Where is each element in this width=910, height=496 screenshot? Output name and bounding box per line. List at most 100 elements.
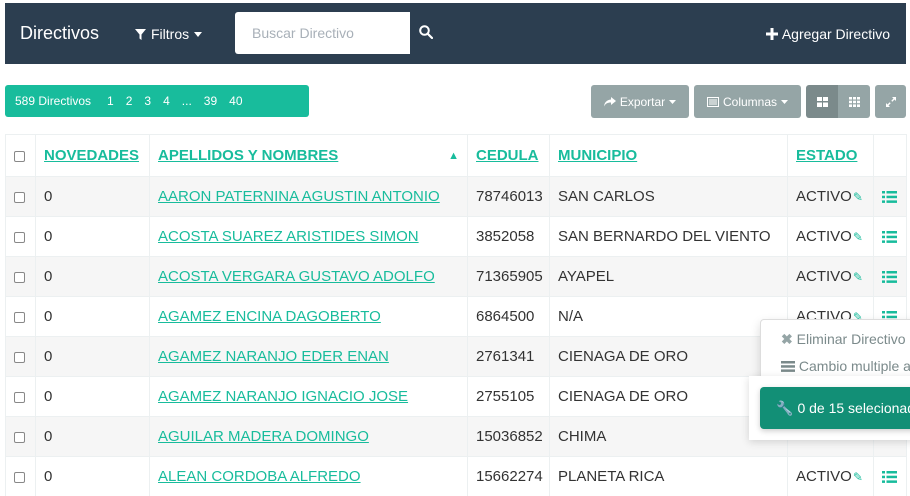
header-estado-link[interactable]: ESTADO: [796, 147, 857, 164]
selection-count-button[interactable]: 🔧 0 de 15 selecionad: [760, 387, 910, 429]
header-municipio[interactable]: MUNICIPIO: [549, 134, 788, 177]
header-cedula[interactable]: CEDULA: [467, 134, 550, 177]
row-checkbox[interactable]: [14, 351, 25, 363]
edit-icon[interactable]: ✎: [853, 190, 863, 204]
grid-large-icon: [816, 96, 828, 107]
municipio-cell: SAN CARLOS: [549, 176, 788, 217]
caret-down-icon: [194, 31, 203, 37]
directivo-link[interactable]: ACOSTA SUAREZ ARISTIDES SIMON: [158, 228, 419, 245]
row-checkbox[interactable]: [14, 311, 25, 323]
row-checkbox[interactable]: [14, 391, 25, 403]
directivo-link[interactable]: AGAMEZ ENCINA DAGOBERTO: [158, 308, 381, 325]
directivo-link[interactable]: AGUILAR MADERA DOMINGO: [158, 428, 369, 445]
novedades-cell: 0: [35, 176, 150, 217]
header-estado[interactable]: ESTADO: [787, 134, 874, 177]
row-checkbox[interactable]: [14, 471, 25, 483]
search-icon: [419, 25, 434, 40]
row-select-cell[interactable]: [5, 336, 36, 377]
cedula-cell: 2755105: [467, 376, 550, 417]
row-select-cell[interactable]: [5, 216, 36, 257]
novedades-cell: 0: [35, 336, 150, 377]
estado-cell: ACTIVO✎: [787, 176, 874, 217]
header-nombres-link[interactable]: APELLIDOS Y NOMBRES: [158, 147, 338, 164]
caret-down-icon: [781, 99, 789, 104]
header-novedades[interactable]: NOVEDADES: [35, 134, 150, 177]
estado-value: ACTIVO: [796, 228, 852, 245]
edit-icon[interactable]: ✎: [853, 270, 863, 284]
search-input[interactable]: [235, 12, 410, 54]
table-row: 0 ACOSTA SUAREZ ARISTIDES SIMON 3852058 SAN…: [5, 216, 907, 257]
search-button[interactable]: [419, 25, 439, 45]
row-select-cell[interactable]: [5, 296, 36, 337]
page-link[interactable]: 40: [223, 94, 248, 108]
edit-icon[interactable]: ✎: [853, 230, 863, 244]
add-directivo-button[interactable]: Agregar Directivo: [765, 26, 890, 42]
header-actions: [873, 134, 907, 177]
directivo-link[interactable]: ACOSTA VERGARA GUSTAVO ADOLFO: [158, 268, 435, 285]
page-link[interactable]: 1: [101, 94, 120, 108]
directivo-link[interactable]: AGAMEZ NARANJO IGNACIO JOSE: [158, 388, 408, 405]
columns-label: Columnas: [722, 94, 778, 109]
times-icon: ✖: [781, 331, 793, 347]
table-row: 0 ALEAN CORDOBA ALFREDO 15662274 PLANETA RI…: [5, 456, 907, 496]
row-checkbox[interactable]: [14, 431, 25, 443]
nombres-cell: ACOSTA SUAREZ ARISTIDES SIMON: [149, 216, 468, 257]
header-nombres[interactable]: APELLIDOS Y NOMBRES ▲: [149, 134, 468, 177]
list-icon[interactable]: [882, 271, 897, 283]
actions-cell: [873, 176, 907, 217]
grid-view-button[interactable]: [806, 85, 838, 118]
cedula-cell: 6864500: [467, 296, 550, 337]
plus-icon: [765, 28, 778, 40]
filters-dropdown[interactable]: Filtros: [135, 26, 203, 42]
row-select-cell[interactable]: [5, 176, 36, 217]
row-checkbox[interactable]: [14, 271, 25, 283]
columns-button[interactable]: Columnas: [694, 85, 801, 118]
nombres-cell: AGAMEZ ENCINA DAGOBERTO: [149, 296, 468, 337]
grid-small-view-button[interactable]: [838, 85, 870, 118]
bulk-change-item[interactable]: Cambio multiple a: [781, 358, 910, 374]
page-link[interactable]: 2: [120, 94, 139, 108]
row-select-cell[interactable]: [5, 416, 36, 457]
directivo-link[interactable]: AGAMEZ NARANJO EDER ENAN: [158, 348, 389, 365]
add-directivo-label: Agregar Directivo: [781, 26, 890, 42]
expand-icon: [885, 96, 896, 107]
row-select-cell[interactable]: [5, 256, 36, 297]
nombres-cell: AARON PATERNINA AGUSTIN ANTONIO: [149, 176, 468, 217]
header-novedades-link[interactable]: NOVEDADES: [44, 147, 139, 164]
page-link[interactable]: 39: [198, 94, 223, 108]
list-icon[interactable]: [882, 471, 897, 483]
municipio-cell: SAN BERNARDO DEL VIENTO: [549, 216, 788, 257]
novedades-cell: 0: [35, 256, 150, 297]
row-select-cell[interactable]: [5, 456, 36, 496]
list-icon[interactable]: [882, 191, 897, 203]
cedula-cell: 3852058: [467, 216, 550, 257]
directivo-link[interactable]: ALEAN CORDOBA ALFREDO: [158, 468, 361, 485]
tasks-icon: [781, 361, 795, 372]
brand-title[interactable]: Directivos: [20, 23, 99, 44]
header-municipio-link[interactable]: MUNICIPIO: [558, 147, 637, 164]
nombres-cell: AGAMEZ NARANJO EDER ENAN: [149, 336, 468, 377]
record-count: 589 Directivos: [15, 94, 92, 108]
header-cedula-link[interactable]: CEDULA: [476, 147, 539, 164]
directivo-link[interactable]: AARON PATERNINA AGUSTIN ANTONIO: [158, 188, 440, 205]
municipio-cell: PLANETA RICA: [549, 456, 788, 496]
grid-small-icon: [848, 96, 860, 107]
nombres-cell: AGUILAR MADERA DOMINGO: [149, 416, 468, 457]
nombres-cell: ALEAN CORDOBA ALFREDO: [149, 456, 468, 496]
select-all-checkbox[interactable]: [14, 150, 25, 162]
fullscreen-button[interactable]: [875, 85, 906, 118]
export-button[interactable]: Exportar: [591, 85, 689, 118]
row-select-cell[interactable]: [5, 376, 36, 417]
row-checkbox[interactable]: [14, 191, 25, 203]
list-icon[interactable]: [882, 231, 897, 243]
page-link[interactable]: 3: [138, 94, 157, 108]
filter-icon: [135, 28, 146, 40]
estado-cell: ACTIVO✎: [787, 256, 874, 297]
select-all-cell[interactable]: [5, 134, 36, 177]
delete-directivo-item[interactable]: ✖ Eliminar Directivo: [781, 331, 906, 348]
pagination: 589 Directivos 1 2 3 4 ... 39 40: [5, 85, 309, 117]
filters-label: Filtros: [151, 26, 190, 42]
row-checkbox[interactable]: [14, 231, 25, 243]
edit-icon[interactable]: ✎: [853, 470, 863, 484]
page-link[interactable]: 4: [157, 94, 176, 108]
